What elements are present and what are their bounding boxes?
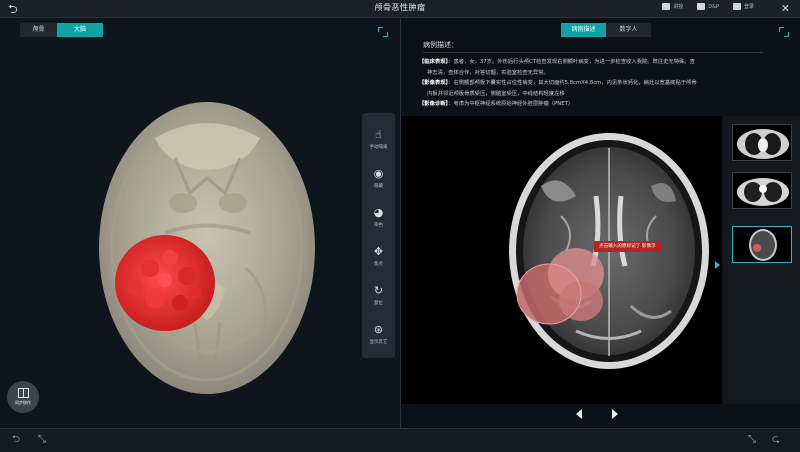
- mri-image-viewer[interactable]: 点击输入的原标记了 影像示: [401, 116, 722, 404]
- sync-operation-button[interactable]: 同步操作: [7, 381, 39, 413]
- tool-label: 手动隔离: [369, 145, 388, 150]
- dnp-icon: [697, 3, 706, 10]
- prev-image-icon[interactable]: [576, 409, 582, 419]
- desc-text: 内板并邻近颅板骨质受压，侧脑室受压，中线结构轻度左移: [427, 90, 565, 97]
- tool-focus[interactable]: ✥ 焦点: [362, 236, 395, 275]
- thumbnail-chest-ct-1[interactable]: [732, 124, 792, 161]
- close-icon[interactable]: ✕: [781, 2, 790, 16]
- tab-skull[interactable]: 颅骨: [20, 23, 57, 37]
- display-icon: ⊛: [373, 322, 384, 336]
- desc-row-imaging: 【影像表现】：右侧额部颅板下囊实性占位性病变，其大切面约5.8cmX4.8cm，…: [419, 78, 779, 89]
- collapse-icon[interactable]: ⤡: [748, 434, 756, 446]
- desc-text: 神志清，查体合作，对答切题，实验室检查无异常。: [427, 69, 549, 76]
- tab-case-description[interactable]: 病例描述: [561, 23, 606, 37]
- desc-row-diagnosis: 【影像诊断】：考虑为中枢神经系统原始神经外胚层肿瘤（PNET）: [419, 99, 779, 110]
- fullscreen-icon[interactable]: [779, 27, 789, 37]
- header-tools: 讲授 D&P 登录: [662, 3, 754, 10]
- model-viewer-panel: 颅骨 大脑 ☝ 手动隔离 ◉ 隐藏 ◕ 染色 ✥ 焦点 ↻ 复位 ⊛ 显示其它 …: [0, 18, 400, 428]
- case-panel: 病例描述 数字人 病例描述： 【临床表现】：患者，女，37岁。外伤后行头颅CT检…: [401, 18, 800, 428]
- desc-row-clinical: 【临床表现】：患者，女，37岁。外伤后行头颅CT检查发现右侧额叶病变，为进一步检…: [419, 57, 779, 68]
- image-navigation: [576, 409, 618, 419]
- split-view-icon: [17, 388, 29, 398]
- title-underline: [423, 52, 763, 53]
- eye-icon: ◉: [373, 166, 384, 180]
- desc-text: ：右侧额部颅板下囊实性占位性病变，其大切面约5.8cmX4.8cm，内见条状钙化…: [448, 80, 697, 86]
- next-image-icon[interactable]: [612, 409, 618, 419]
- desc-text: ：患者，女，37岁。外伤后行头颅CT检查发现右侧额叶病变，为进一步检查收入我院。…: [448, 59, 695, 65]
- tool-panel: ☝ 手动隔离 ◉ 隐藏 ◕ 染色 ✥ 焦点 ↻ 复位 ⊛ 显示其它: [362, 113, 395, 358]
- model-tabs: 颅骨 大脑: [20, 23, 103, 37]
- skull-3d-model[interactable]: [95, 98, 320, 398]
- hand-icon: ☝: [375, 127, 382, 141]
- thumbnail-chest-ct-2[interactable]: [732, 172, 792, 209]
- undo-icon[interactable]: ⮌: [12, 434, 20, 446]
- case-description-title: 病例描述：: [423, 40, 763, 53]
- tool-label: 染色: [374, 223, 383, 228]
- redo-icon[interactable]: ⮎: [772, 434, 780, 446]
- annotation-label: 点击输入的原标记了 影像示: [594, 241, 661, 252]
- dnp-label: D&P: [708, 3, 719, 10]
- desc-tag: 【临床表现】: [419, 59, 449, 65]
- tool-label: 显示其它: [369, 340, 388, 345]
- desc-tag: 【影像诊断】: [419, 101, 449, 107]
- present-label: 讲授: [673, 4, 684, 10]
- desc-tag: 【影像表现】: [419, 80, 449, 86]
- fullscreen-icon[interactable]: [378, 27, 388, 37]
- tool-manual-isolate[interactable]: ☝ 手动隔离: [362, 119, 395, 158]
- reset-icon: ↻: [373, 283, 384, 297]
- collapse-icon[interactable]: ⤡: [38, 434, 46, 446]
- dnp-button[interactable]: D&P: [697, 3, 719, 10]
- point-icon: ✥: [373, 244, 384, 258]
- thumbnail-strip: [723, 116, 800, 404]
- desc-title-text: 病例描述：: [423, 41, 458, 49]
- tool-reset[interactable]: ↻ 复位: [362, 275, 395, 314]
- palette-icon: ◕: [373, 205, 384, 219]
- tool-show-others[interactable]: ⊛ 显示其它: [362, 314, 395, 353]
- thumbnail-pointer-icon: [715, 261, 720, 269]
- tool-color[interactable]: ◕ 染色: [362, 197, 395, 236]
- case-description: 【临床表现】：患者，女，37岁。外伤后行头颅CT检查发现右侧额叶病变，为进一步检…: [419, 57, 779, 110]
- desc-row-clinical-cont: 神志清，查体合作，对答切题，实验室检查无异常。: [419, 68, 779, 79]
- tool-label: 隐藏: [374, 184, 383, 189]
- tab-digital-human[interactable]: 数字人: [606, 23, 651, 37]
- bottom-bar: ⮌ ⤡ ⤡ ⮎: [0, 428, 800, 452]
- desc-text: ：考虑为中枢神经系统原始神经外胚层肿瘤（PNET）: [448, 101, 574, 107]
- login-label: 登录: [743, 4, 754, 10]
- login-button[interactable]: 登录: [732, 3, 754, 10]
- case-tabs: 病例描述 数字人: [561, 23, 651, 37]
- tab-brain[interactable]: 大脑: [57, 23, 103, 37]
- desc-row-imaging-cont: 内板并邻近颅板骨质受压，侧脑室受压，中线结构轻度左移: [419, 89, 779, 100]
- login-icon: [732, 3, 741, 10]
- tool-label: 焦点: [374, 262, 383, 267]
- thumbnail-brain-mri[interactable]: [732, 226, 792, 263]
- tool-label: 复位: [374, 301, 383, 306]
- present-button[interactable]: 讲授: [662, 3, 683, 10]
- title-bar: ⮌ 颅骨恶性肿瘤 讲授 D&P 登录 ✕: [0, 0, 800, 18]
- present-icon: [662, 3, 671, 10]
- tumor-mass[interactable]: [115, 235, 215, 331]
- sync-label: 同步操作: [15, 400, 31, 405]
- tool-hide[interactable]: ◉ 隐藏: [362, 158, 395, 197]
